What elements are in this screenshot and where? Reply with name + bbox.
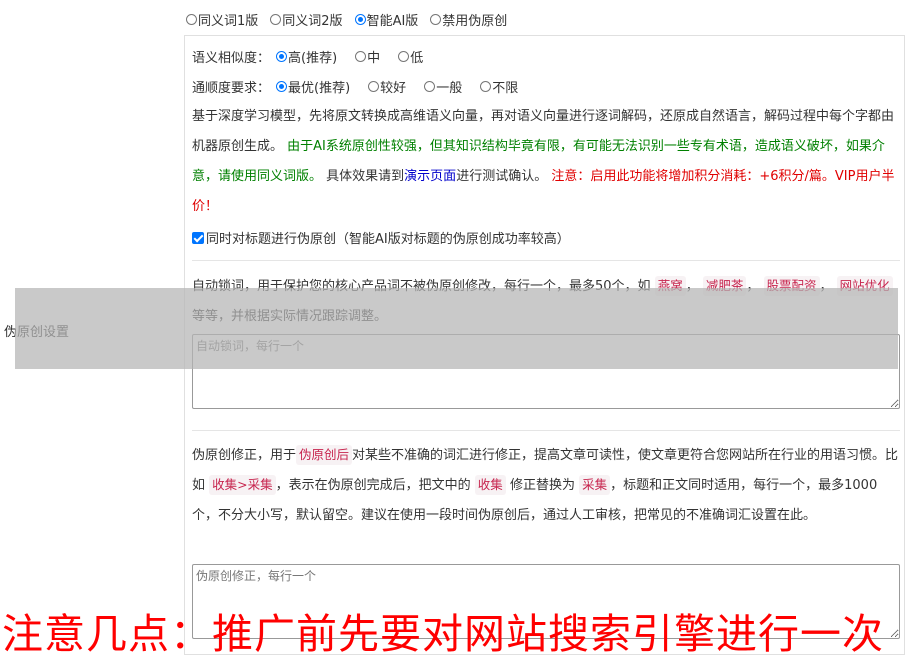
fluency-option-good[interactable]: 较好 [368,77,406,96]
description-text: 进行测试确认。 [456,169,548,184]
correction-description: 伪原创修正，用于 伪原创后 对某些不准确的词汇进行修正，提高文章可读性，使文章更符合… [192,441,900,531]
lock-words-input[interactable] [192,334,900,409]
settings-panel: 语义相似度： 高(推荐) 中 低 通顺度要求： 最优(推荐) 较好 一般 不限 … [184,35,905,655]
lock-words-description: 自动锁词，用于保护您的核心产品词不被伪原创修改，每行一个，最多50个，如 燕窝，… [192,272,900,332]
example-tag: 燕窝 [654,276,686,296]
lock-words-text: 自动锁词，用于保护您的核心产品词不被伪原创修改，每行一个，最多50个，如 [192,279,651,294]
mode-radio-group: 同义词1版 同义词2版 智能AI版 禁用伪原创 [186,10,507,29]
mode-option-disable[interactable]: 禁用伪原创 [430,10,507,29]
divider [192,260,900,261]
mode-option-synonym-1[interactable]: 同义词1版 [186,10,258,29]
code-tag: 收集 [474,475,506,495]
option-label: 不限 [492,81,519,96]
notice-banner: 注意几点：推广前先要对网站搜索引擎进行一次 [2,610,884,658]
radio-checked-icon[interactable] [354,14,366,25]
code-tag: 收集>采集 [209,475,276,495]
option-label: 一般 [436,81,463,96]
example-tag: 减肥茶 [702,276,747,296]
fluency-row: 通顺度要求： 最优(推荐) 较好 一般 不限 [192,77,518,96]
mode-option-label: 同义词1版 [198,14,259,29]
radio-icon[interactable] [424,81,436,92]
mode-option-synonym-2[interactable]: 同义词2版 [270,10,343,29]
mode-option-label: 禁用伪原创 [442,14,508,29]
fluency-option-normal[interactable]: 一般 [424,77,462,96]
radio-icon[interactable] [398,51,410,62]
radio-icon[interactable] [186,14,197,25]
correction-text: ，表示在伪原创完成后，把文中的 [275,478,471,493]
mode-option-ai[interactable]: 智能AI版 [354,10,419,29]
radio-icon[interactable] [480,81,492,92]
option-label: 最优(推荐) [288,81,351,96]
fluency-option-unlimited[interactable]: 不限 [480,77,518,96]
ai-description: 基于深度学习模型，先将原文转换成高维语义向量，再对语义向量进行逐词解码，还原成自… [192,102,900,222]
similarity-row: 语义相似度： 高(推荐) 中 低 [192,47,423,66]
similarity-option-high[interactable]: 高(推荐) [276,47,337,66]
similarity-option-low[interactable]: 低 [398,47,423,66]
option-label: 高(推荐) [288,51,338,66]
radio-checked-icon[interactable] [276,81,288,92]
section-label: 伪原创设置 [4,325,70,340]
correction-text: 修正替换为 [509,478,575,493]
fluency-option-best[interactable]: 最优(推荐) [276,77,350,96]
mode-option-label: 同义词2版 [282,14,343,29]
radio-checked-icon[interactable] [276,51,288,62]
code-tag: 伪原创后 [296,445,353,465]
fluency-label: 通顺度要求： [192,81,271,96]
correction-text: 伪原创修正，用于 [192,448,297,463]
option-label: 低 [410,51,424,66]
option-label: 较好 [380,81,407,96]
radio-icon[interactable] [430,14,442,25]
checkbox-checked-icon[interactable] [192,231,204,244]
radio-icon[interactable] [368,81,380,92]
divider [192,430,900,431]
code-tag: 采集 [579,475,611,495]
example-tag: 股票配资 [763,276,820,296]
radio-icon[interactable] [270,14,282,25]
example-tag: 网站优化 [836,276,893,296]
similarity-option-medium[interactable]: 中 [355,47,380,66]
title-rewrite-checkbox[interactable]: 同时对标题进行伪原创（智能AI版对标题的伪原创成功率较高） [192,228,570,247]
similarity-label: 语义相似度： [192,51,271,66]
mode-option-label: 智能AI版 [366,14,419,29]
option-label: 中 [367,51,381,66]
description-text: 具体效果请到 [326,169,405,184]
checkbox-label: 同时对标题进行伪原创（智能AI版对标题的伪原创成功率较高） [206,232,570,247]
radio-icon[interactable] [355,51,367,62]
demo-page-link[interactable]: 演示页面 [404,169,456,184]
lock-words-text: 等等，并根据实际情况跟踪调整。 [192,309,388,324]
